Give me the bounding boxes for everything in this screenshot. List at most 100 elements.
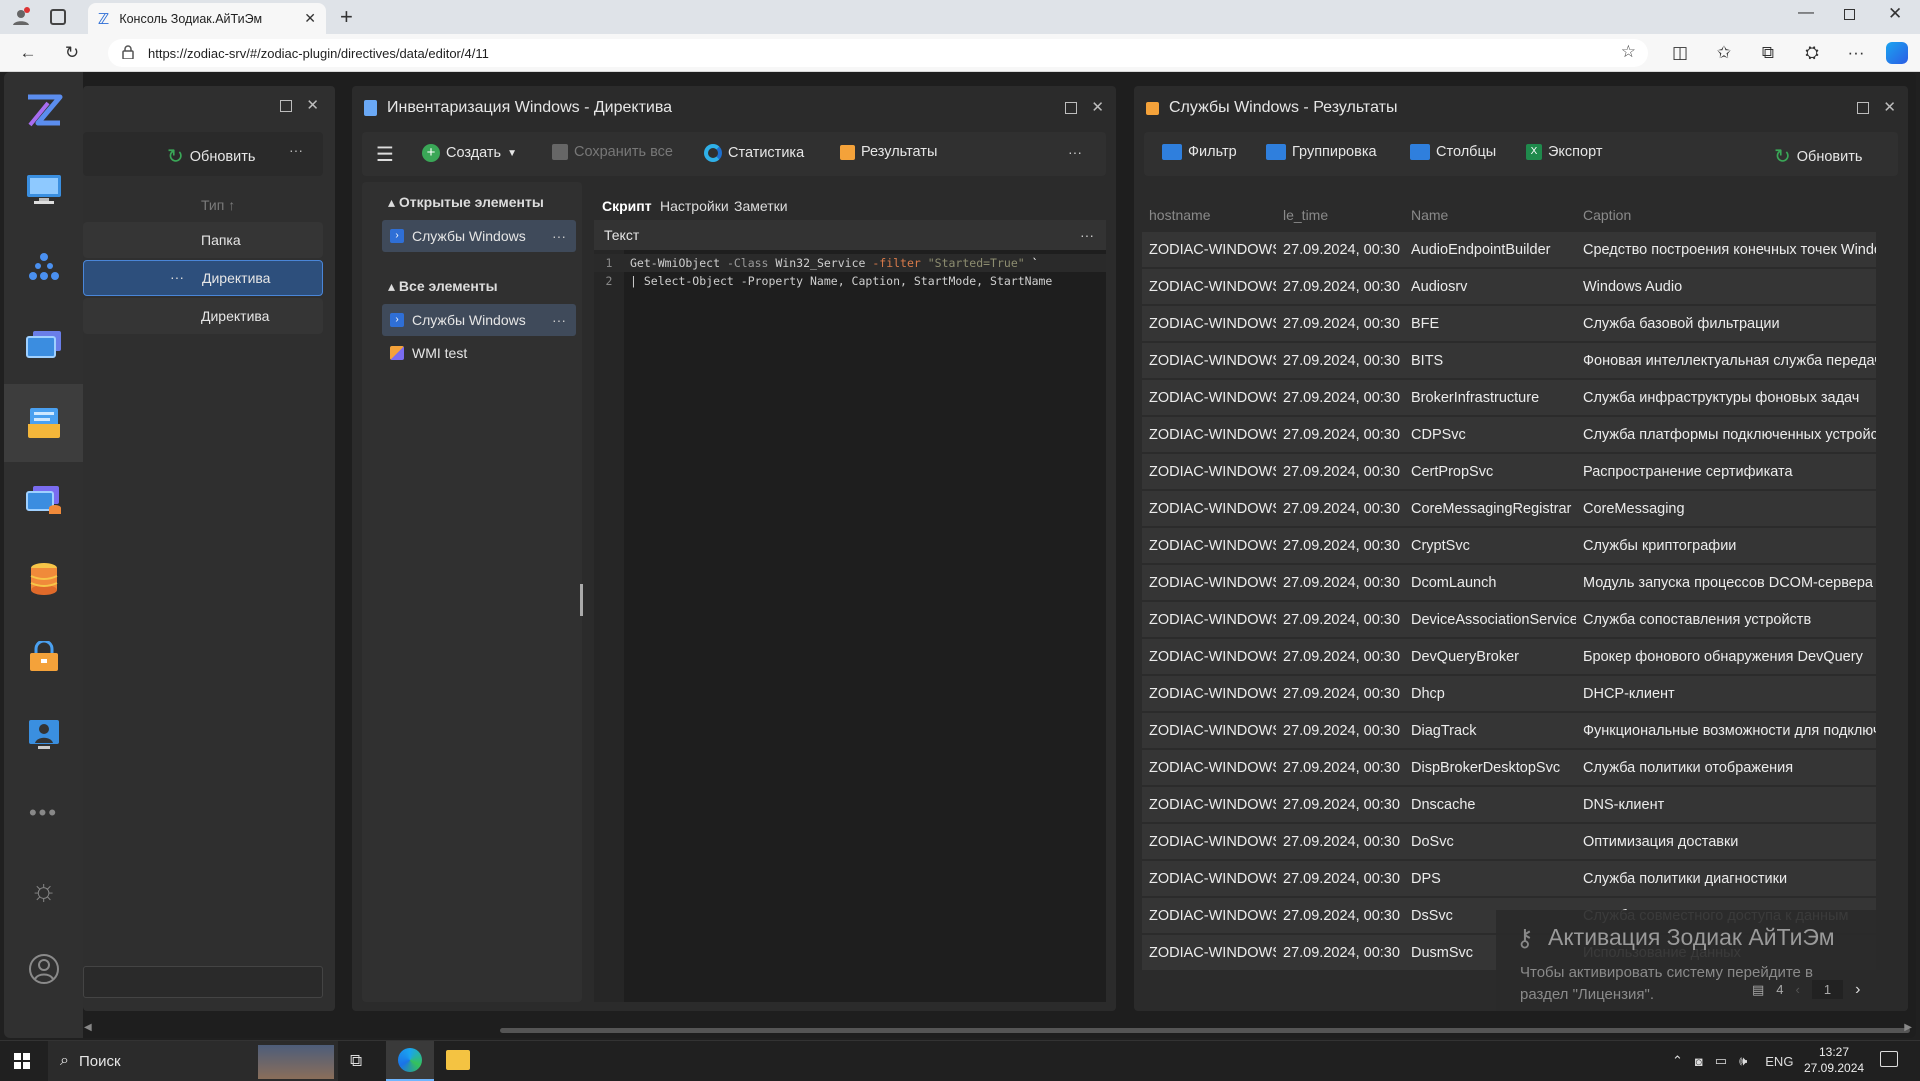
table-row[interactable]: ZODIAC-WINDOWS 27.09.2024, 00:30 DPS Служба… [1142,861,1876,896]
splitter-handle[interactable] [580,584,583,616]
table-row[interactable]: ZODIAC-WINDOWS 27.09.2024, 00:30 CertPropS… [1142,454,1876,489]
tab-notes[interactable]: Заметки [734,198,788,214]
filter-button[interactable]: Фильтр [1162,144,1237,160]
table-row[interactable]: ZODIAC-WINDOWS 27.09.2024, 00:30 Dhcp DHCP-… [1142,676,1876,711]
profile-icon[interactable] [10,6,32,28]
notifications-icon[interactable] [1880,1051,1898,1067]
table-row[interactable]: ZODIAC-WINDOWS 27.09.2024, 00:30 Audiosrv W… [1142,269,1876,304]
reload-icon[interactable]: ↻ [54,38,90,68]
columns-button[interactable]: Столбцы [1410,144,1496,160]
nav-directives[interactable] [4,384,83,462]
network-icon[interactable]: ▭ [1715,1053,1727,1069]
table-row[interactable]: ZODIAC-WINDOWS 27.09.2024, 00:30 CoreMessa… [1142,491,1876,526]
favorites-icon[interactable]: ✩ [1706,38,1742,68]
address-bar[interactable]: https://zodiac-srv/#/zodiac-plugin/direc… [108,39,1648,67]
restore-window-icon[interactable] [1844,9,1855,20]
table-row[interactable]: ZODIAC-WINDOWS 27.09.2024, 00:30 AudioEndp… [1142,232,1876,267]
copilot-icon[interactable] [1886,42,1908,64]
table-row[interactable]: ZODIAC-WINDOWS 27.09.2024, 00:30 CDPSvc Слу… [1142,417,1876,452]
maximize-panel-icon[interactable] [280,100,293,112]
taskbar-search[interactable]: ⌕ Поиск [48,1041,338,1081]
scroll-right-icon[interactable]: ▶ [1904,1022,1912,1033]
column-header-name[interactable]: Name [1404,200,1576,230]
editor-more-icon[interactable]: ··· [1080,227,1094,243]
table-row[interactable]: ZODIAC-WINDOWS 27.09.2024, 00:30 BITS Фонов… [1142,343,1876,378]
results-refresh-button[interactable]: ↻ Обновить [1774,144,1862,169]
open-element-item[interactable]: › Службы Windows ··· [382,220,576,252]
nav-more-icon[interactable]: ••• [4,774,83,852]
results-button[interactable]: Результаты [840,144,937,160]
pager-page[interactable]: 1 [1811,980,1844,999]
nav-screens[interactable] [4,306,83,384]
table-row[interactable]: ZODIAC-WINDOWS 27.09.2024, 00:30 CryptSvc С… [1142,528,1876,563]
clock[interactable]: 13:27 27.09.2024 [1804,1044,1864,1076]
item-more-icon[interactable]: ··· [552,312,566,328]
close-panel-icon[interactable]: ✕ [1091,100,1104,115]
language-indicator[interactable]: ENG [1765,1054,1793,1069]
menu-hamburger-icon[interactable]: ☰ [376,142,394,167]
new-tab-icon[interactable]: + [340,4,353,30]
tree-more-icon[interactable]: ··· [289,142,303,158]
scroll-left-icon[interactable]: ◀ [84,1022,92,1033]
close-panel-icon[interactable]: ✕ [1883,100,1896,115]
back-icon[interactable]: ← [10,38,46,68]
nav-account[interactable] [4,930,83,1008]
directive-more-icon[interactable]: ··· [1068,144,1082,160]
table-row[interactable]: ZODIAC-WINDOWS 27.09.2024, 00:30 DcomLaunc… [1142,565,1876,600]
create-button[interactable]: + Создать ▼ [422,144,517,162]
table-row[interactable]: ZODIAC-WINDOWS 27.09.2024, 00:30 DispBroke… [1142,750,1876,785]
browser-tab[interactable]: ℤ Консоль Зодиак.АйТиЭм ✕ [88,3,326,34]
tree-row-selected[interactable]: ··· Директива [83,260,323,296]
collections-icon[interactable]: ⧉ [1750,38,1786,68]
nav-software[interactable] [4,618,83,696]
item-more-icon[interactable]: ··· [552,228,566,244]
column-header-caption[interactable]: Caption [1576,200,1876,230]
task-view-icon[interactable]: ⧉ [350,1051,362,1071]
nav-computers[interactable] [4,150,83,228]
maximize-panel-icon[interactable] [1065,102,1078,114]
nav-network[interactable] [4,228,83,306]
nav-logo[interactable] [4,72,83,150]
all-elements-section[interactable]: ▴ Все элементы [388,278,498,295]
table-row[interactable]: ZODIAC-WINDOWS 27.09.2024, 00:30 BFE Служба… [1142,306,1876,341]
horizontal-scrollbar[interactable]: ◀ ▶ [84,1022,1912,1034]
tray-chevron-icon[interactable]: ⌃ [1672,1053,1683,1069]
grouping-button[interactable]: Группировка [1266,144,1377,160]
table-row[interactable]: ZODIAC-WINDOWS 27.09.2024, 00:30 Dnscache D… [1142,787,1876,822]
theme-sun-icon[interactable]: ☼ [4,852,83,930]
scroll-thumb[interactable] [500,1028,1910,1033]
extensions-icon[interactable]: ⛭ [1794,38,1830,68]
table-row[interactable]: ZODIAC-WINDOWS 27.09.2024, 00:30 BrokerInf… [1142,380,1876,415]
close-tab-icon[interactable]: ✕ [304,10,316,27]
volume-icon[interactable]: 🕪 [1739,1053,1747,1069]
tab-actions-icon[interactable] [50,9,66,25]
tree-refresh-button[interactable]: ↻ Обновить [167,144,255,169]
favorite-star-icon[interactable]: ☆ [1621,42,1636,62]
close-panel-icon[interactable]: ✕ [306,98,319,113]
open-elements-section[interactable]: ▴ Открытые элементы [388,194,544,211]
save-all-button[interactable]: Сохранить все [552,144,673,160]
maximize-panel-icon[interactable] [1857,102,1870,114]
more-browser-icon[interactable]: ··· [1838,38,1874,68]
tree-footer-input[interactable] [83,966,323,998]
tree-row[interactable]: Директива [83,298,323,334]
prev-page-icon[interactable]: ‹ [1796,982,1800,997]
table-row[interactable]: ZODIAC-WINDOWS 27.09.2024, 00:30 DoSvc Опти… [1142,824,1876,859]
nav-deployments[interactable] [4,462,83,540]
nav-users[interactable] [4,696,83,774]
row-more-icon[interactable]: ··· [170,269,184,285]
column-header-le-time[interactable]: le_time [1276,200,1404,230]
table-row[interactable]: ZODIAC-WINDOWS 27.09.2024, 00:30 DeviceAss… [1142,602,1876,637]
code-editor[interactable]: 1 Get-WmiObject -Class Win32_Service -fi… [594,250,1106,1002]
minimize-window-icon[interactable]: — [1798,4,1814,22]
column-type-header[interactable]: Тип ↑ [201,197,235,213]
start-windows-icon[interactable] [14,1053,30,1069]
all-element-item[interactable]: WMI test [382,338,576,368]
camera-icon[interactable]: ◙ [1695,1054,1703,1069]
explorer-taskbar-icon[interactable] [446,1050,470,1070]
nav-database[interactable] [4,540,83,618]
next-page-icon[interactable]: › [1855,981,1860,999]
edge-taskbar-icon[interactable] [386,1041,434,1081]
table-row[interactable]: ZODIAC-WINDOWS 27.09.2024, 00:30 DevQueryB… [1142,639,1876,674]
tree-row[interactable]: Папка [83,222,323,258]
